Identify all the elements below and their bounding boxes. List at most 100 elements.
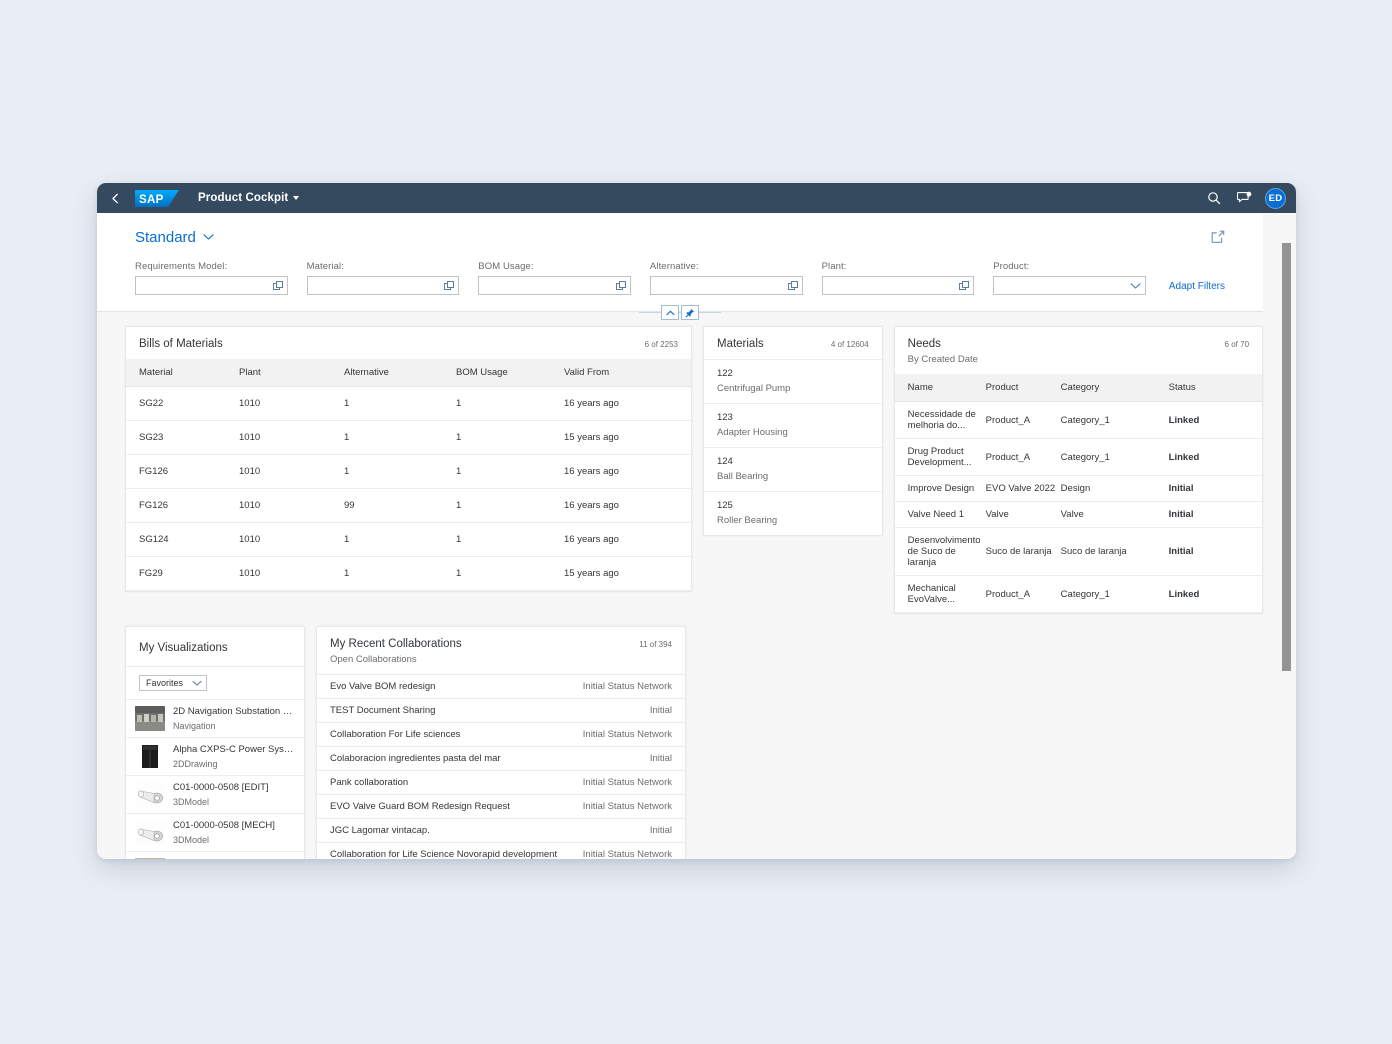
list-item[interactable]: TEST Document Sharing Initial bbox=[317, 698, 685, 722]
column-header-product[interactable]: Product bbox=[986, 374, 1061, 402]
list-item[interactable]: 122 Centrifugal Pump bbox=[704, 359, 882, 403]
filter-label: Material: bbox=[307, 261, 460, 272]
list-item[interactable]: Colaboracion ingredientes pasta del mar … bbox=[317, 746, 685, 770]
filter-field-bom-usage: BOM Usage: bbox=[478, 261, 631, 295]
table-row[interactable]: Necessidade de melhoria do... Product_A … bbox=[895, 402, 1262, 439]
table-row[interactable]: Improve Design EVO Valve 2022 Design Ini… bbox=[895, 476, 1262, 502]
cell-category: Category_1 bbox=[1061, 439, 1169, 476]
column-header-alternative[interactable]: Alternative bbox=[344, 359, 456, 387]
collapse-filter-bar-button[interactable] bbox=[661, 305, 679, 320]
card-title: My Recent Collaborations bbox=[330, 638, 462, 650]
bom-usage-input[interactable] bbox=[478, 276, 631, 295]
app-title-menu[interactable]: Product Cockpit bbox=[198, 192, 299, 204]
column-header-category[interactable]: Category bbox=[1061, 374, 1169, 402]
list-item[interactable]: EVO Valve Guard BOM Redesign Request Ini… bbox=[317, 794, 685, 818]
search-icon[interactable] bbox=[1205, 189, 1223, 207]
alternative-input[interactable] bbox=[650, 276, 803, 295]
list-item[interactable]: Evo Valve BOM redesign Initial Status Ne… bbox=[317, 674, 685, 698]
collaboration-name: EVO Valve Guard BOM Redesign Request bbox=[330, 801, 510, 812]
list-item[interactable]: 125 Roller Bearing bbox=[704, 491, 882, 535]
filter-bar: Standard Requiremen bbox=[97, 213, 1263, 312]
column-header-valid-from[interactable]: Valid From bbox=[564, 359, 691, 387]
value-help-icon[interactable] bbox=[616, 281, 626, 291]
column-header-bom-usage[interactable]: BOM Usage bbox=[456, 359, 564, 387]
back-button[interactable] bbox=[105, 188, 125, 208]
table-row[interactable]: Valve Need 1 Valve Valve Initial bbox=[895, 502, 1262, 528]
value-help-icon[interactable] bbox=[959, 281, 969, 291]
requirements-model-input[interactable] bbox=[135, 276, 288, 295]
list-item[interactable]: Collaboration For Life sciences Initial … bbox=[317, 722, 685, 746]
notifications-bell-icon[interactable] bbox=[1235, 189, 1253, 207]
list-item[interactable]: 124 Ball Bearing bbox=[704, 447, 882, 491]
collaboration-name: JGC Lagomar vintacap. bbox=[330, 825, 430, 836]
cell-alternative: 1 bbox=[344, 523, 456, 557]
visualization-name: C01-0000-0508 [MECH] bbox=[173, 820, 275, 831]
table-row[interactable]: Mechanical EvoValve... Product_A Categor… bbox=[895, 576, 1262, 613]
needs-card: Needs By Created Date 6 of 70 Name Produ… bbox=[894, 326, 1263, 614]
table-row[interactable]: Desenvolvimento de Suco de laranja Suco … bbox=[895, 528, 1262, 576]
cell-product: Product_A bbox=[986, 439, 1061, 476]
cell-bom-usage: 1 bbox=[456, 421, 564, 455]
cell-plant: 1010 bbox=[239, 421, 344, 455]
collaboration-name: Pank collaboration bbox=[330, 777, 408, 788]
my-visualizations-card: My Visualizations Favorites bbox=[125, 626, 305, 859]
cell-plant: 1010 bbox=[239, 557, 344, 591]
list-item[interactable]: Collaboration for Life Science Novorapid… bbox=[317, 842, 685, 859]
sap-logo[interactable]: SAP bbox=[135, 190, 179, 207]
record-count: 4 of 12604 bbox=[831, 338, 869, 349]
table-row[interactable]: Drug Product Development... Product_A Ca… bbox=[895, 439, 1262, 476]
favorites-select[interactable]: Favorites bbox=[139, 675, 207, 691]
list-item[interactable]: Pank collaboration Initial Status Networ… bbox=[317, 770, 685, 794]
favorites-select-value: Favorites bbox=[146, 678, 183, 688]
collaboration-status: Initial bbox=[650, 825, 672, 836]
material-id: 122 bbox=[717, 368, 869, 379]
table-row[interactable]: FG126 1010 99 1 16 years ago bbox=[126, 489, 691, 523]
list-item[interactable]: C01-0000-0508 [EDIT] 3DModel bbox=[126, 776, 304, 814]
share-export-icon[interactable] bbox=[1211, 230, 1225, 244]
substation-photo-thumbnail bbox=[135, 706, 165, 731]
column-header-plant[interactable]: Plant bbox=[239, 359, 344, 387]
filter-field-alternative: Alternative: bbox=[650, 261, 803, 295]
adapt-filters-button[interactable]: Adapt Filters bbox=[1169, 281, 1225, 292]
value-help-icon[interactable] bbox=[444, 281, 454, 291]
visualizations-filter-row: Favorites bbox=[126, 667, 304, 700]
card-subtitle: By Created Date bbox=[908, 354, 978, 365]
status-badge: Initial bbox=[1169, 502, 1262, 528]
table-row[interactable]: FG29 1010 1 1 15 years ago bbox=[126, 557, 691, 591]
column-header-status[interactable]: Status bbox=[1169, 374, 1262, 402]
chevron-down-icon[interactable] bbox=[1130, 282, 1141, 290]
variant-title[interactable]: Standard bbox=[135, 229, 196, 246]
collaboration-status: Initial Status Network bbox=[583, 777, 672, 788]
table-row[interactable]: SG23 1010 1 1 15 years ago bbox=[126, 421, 691, 455]
chevron-down-icon[interactable] bbox=[203, 233, 214, 241]
value-help-icon[interactable] bbox=[273, 281, 283, 291]
column-header-name[interactable]: Name bbox=[895, 374, 986, 402]
card-title: My Visualizations bbox=[139, 642, 228, 654]
cell-category: Category_1 bbox=[1061, 576, 1169, 613]
list-item[interactable]: C01-0000-0508 [MECH] 3DModel bbox=[126, 814, 304, 852]
vertical-scrollbar-thumb[interactable] bbox=[1282, 243, 1291, 671]
card-header: My Recent Collaborations Open Collaborat… bbox=[317, 627, 685, 674]
column-header-material[interactable]: Material bbox=[126, 359, 239, 387]
table-row[interactable]: FG126 1010 1 1 16 years ago bbox=[126, 455, 691, 489]
list-item[interactable]: 2D Navigation Substation N0... Navigatio… bbox=[126, 700, 304, 738]
table-row[interactable]: SG22 1010 1 1 16 years ago bbox=[126, 387, 691, 421]
pin-filter-bar-button[interactable] bbox=[681, 305, 699, 320]
record-count: 6 of 2253 bbox=[645, 338, 678, 349]
material-input[interactable] bbox=[307, 276, 460, 295]
variant-row: Standard bbox=[97, 225, 1263, 249]
list-item[interactable]: Chinook 2D Visual Navigation Navigation bbox=[126, 852, 304, 859]
avatar[interactable]: ED bbox=[1265, 188, 1286, 209]
card-header-text: My Recent Collaborations Open Collaborat… bbox=[330, 638, 462, 665]
list-item[interactable]: 123 Adapter Housing bbox=[704, 403, 882, 447]
table-row[interactable]: SG124 1010 1 1 16 years ago bbox=[126, 523, 691, 557]
material-name: Ball Bearing bbox=[717, 471, 869, 482]
list-item[interactable]: Alpha CXPS-C Power System... 2DDrawing bbox=[126, 738, 304, 776]
list-item[interactable]: JGC Lagomar vintacap. Initial bbox=[317, 818, 685, 842]
plant-input[interactable] bbox=[822, 276, 975, 295]
value-help-icon[interactable] bbox=[788, 281, 798, 291]
product-select[interactable] bbox=[993, 276, 1146, 295]
cell-bom-usage: 1 bbox=[456, 387, 564, 421]
vertical-scrollbar-track[interactable] bbox=[1282, 243, 1291, 859]
cell-material: SG124 bbox=[126, 523, 239, 557]
